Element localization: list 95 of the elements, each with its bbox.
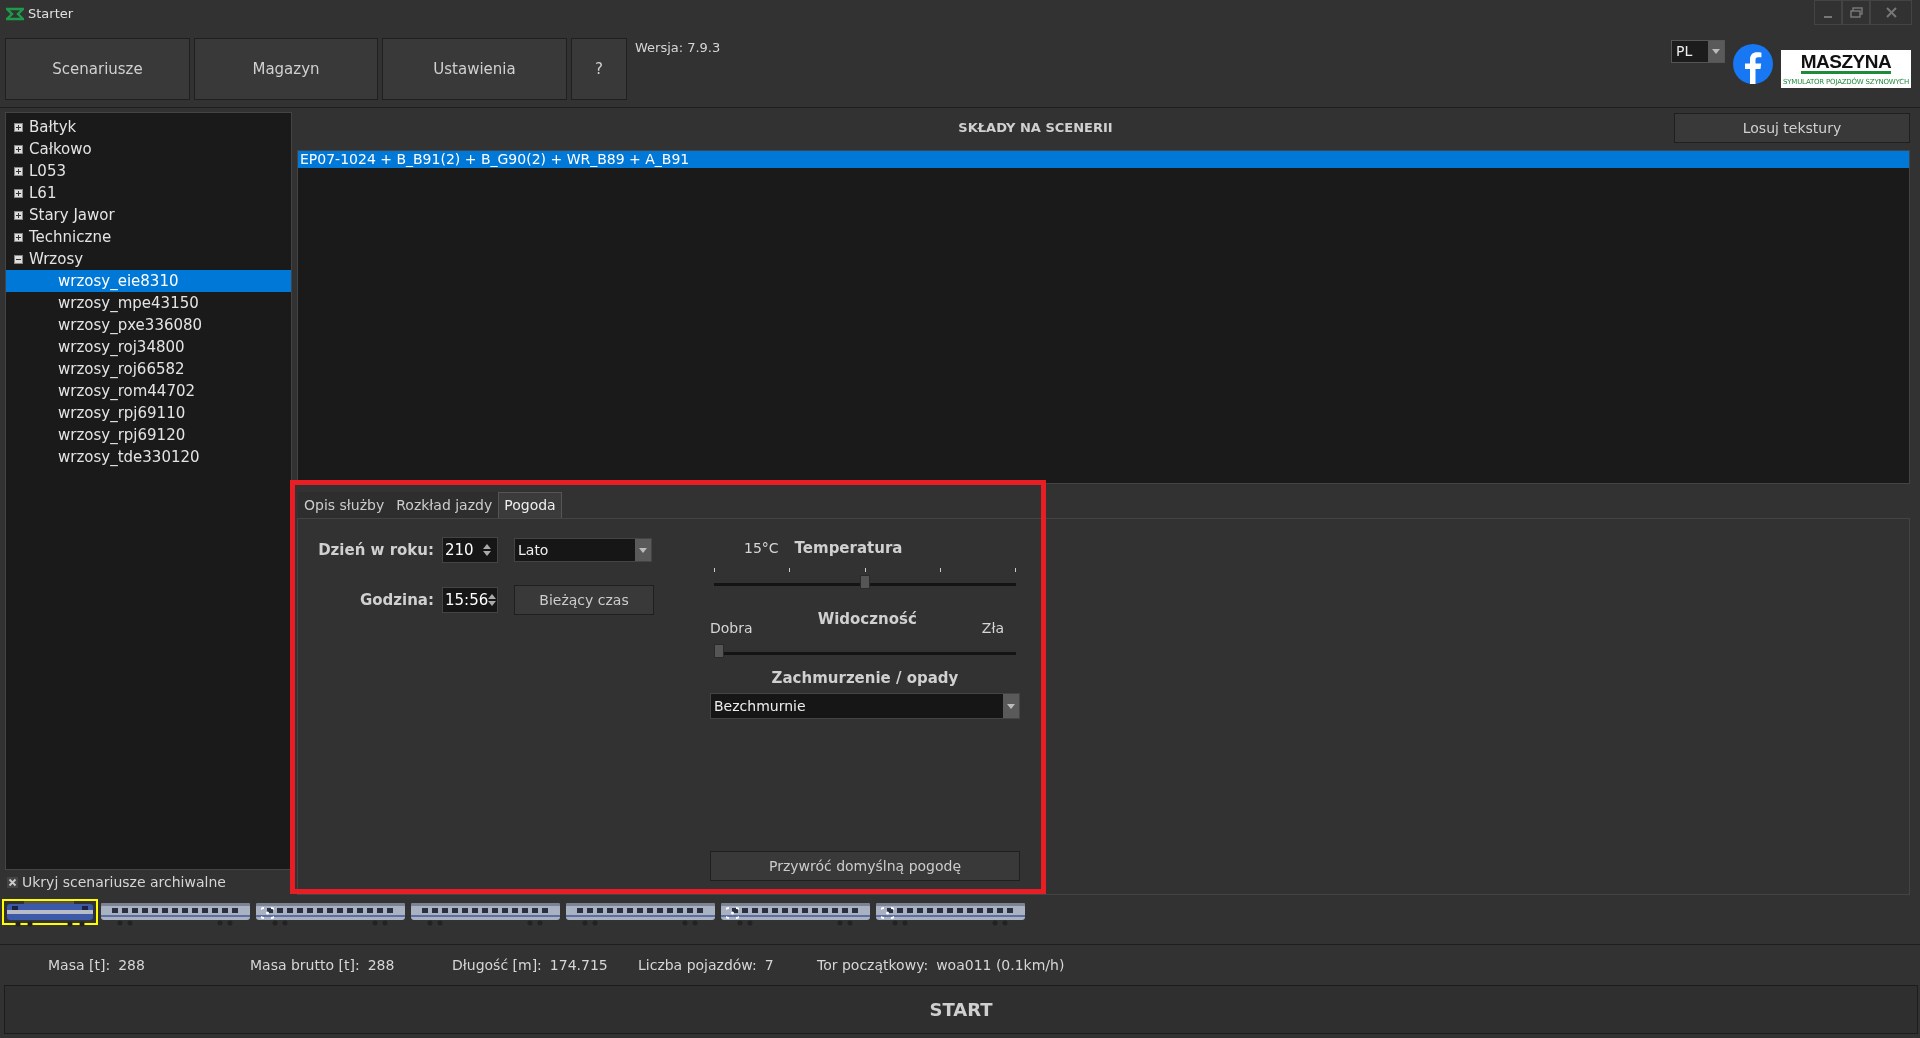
tick-mark	[939, 567, 941, 572]
status-value: woa011 (0.1km/h)	[936, 955, 1065, 975]
minimize-icon	[1824, 15, 1832, 18]
tick-mark	[789, 567, 791, 572]
up-arrow-icon[interactable]	[488, 594, 497, 599]
toolbar-button[interactable]: ?	[571, 38, 627, 100]
restore-icon	[1849, 7, 1863, 18]
day-spinbox[interactable]: 210	[442, 537, 498, 563]
clouds-dropdown[interactable]: Bezchmurnie	[710, 693, 1020, 719]
app-icon	[6, 7, 24, 21]
status-label: Masa brutto [t]:	[250, 955, 360, 975]
section-label: Widoczność	[817, 608, 917, 630]
status-label: Masa [t]:	[48, 955, 111, 975]
language-dropdown[interactable]: PL	[1671, 40, 1725, 63]
tree-item[interactable]: Techniczne	[29, 226, 112, 248]
randomize-textures-button[interactable]: Losuj tekstury	[1674, 113, 1910, 143]
expand-icon[interactable]	[14, 166, 23, 176]
tree-item[interactable]: wrzosy_rpj69110	[6, 402, 291, 424]
status-value: 288	[367, 955, 395, 975]
slider-thumb[interactable]	[714, 643, 724, 658]
tab[interactable]: Pogoda	[498, 492, 562, 518]
tree-item[interactable]: wrzosy_roj34800	[6, 336, 291, 358]
expand-icon[interactable]	[14, 210, 23, 220]
reset-weather-button[interactable]: Przywróć domyślną pogodę	[710, 851, 1020, 881]
railcar-drawing[interactable]	[100, 901, 251, 927]
collapse-icon[interactable]	[14, 254, 23, 264]
field-label: Dzień w roku:	[317, 539, 434, 561]
checkbox[interactable]	[7, 877, 18, 888]
tree-item[interactable]: wrzosy_eie8310	[6, 270, 291, 292]
season-dropdown[interactable]: Lato	[514, 538, 652, 562]
checkbox-label: Ukryj scenariusze archiwalne	[22, 873, 226, 892]
railcar-drawing[interactable]	[255, 901, 406, 927]
toolbar-button[interactable]: Magazyn	[194, 38, 378, 100]
down-arrow-icon[interactable]	[483, 551, 491, 556]
slider-max-label: Zła	[981, 618, 1004, 638]
expand-icon[interactable]	[14, 232, 23, 242]
tree-item[interactable]: L053	[29, 160, 66, 182]
status-value: 288	[118, 955, 145, 975]
tree-item[interactable]: wrzosy_rom44702	[6, 380, 291, 402]
tick-mark	[714, 567, 715, 572]
expand-icon[interactable]	[14, 188, 23, 198]
expand-icon[interactable]	[14, 144, 23, 154]
tree-item[interactable]: Bałtyk	[29, 116, 77, 138]
logo-title: MASZYNA	[1800, 51, 1892, 74]
tab[interactable]: Rozkład jazdy	[390, 492, 499, 518]
railcar-drawing[interactable]	[875, 901, 1026, 927]
window-title: Starter	[28, 5, 74, 24]
toolbar-button[interactable]: Scenariusze	[5, 38, 190, 100]
tick-mark	[864, 567, 866, 572]
visibility-slider[interactable]	[714, 642, 1016, 659]
caret-icon[interactable]	[1712, 49, 1720, 54]
tree-item[interactable]: wrzosy_mpe43150	[6, 292, 291, 314]
close-button[interactable]	[1870, 0, 1912, 25]
hour-spinbox[interactable]: 15:56	[442, 587, 498, 613]
section-label: Zachmurzenie / opady	[771, 667, 959, 689]
tree-item[interactable]: wrzosy_pxe336080	[6, 314, 291, 336]
tree-item[interactable]: Wrzosy	[29, 248, 84, 270]
minimize-button[interactable]	[1814, 0, 1842, 25]
railcar-drawing[interactable]	[410, 901, 561, 927]
tab[interactable]: Opis służby	[298, 492, 391, 518]
version-number: 7.9.3	[687, 39, 721, 57]
up-arrow-icon[interactable]	[483, 544, 491, 549]
tree-item[interactable]: Całkowo	[29, 138, 92, 160]
status-label: Liczba pojazdów:	[638, 955, 757, 975]
section-title: SKŁADY NA SCENERII	[958, 119, 1113, 138]
tree-item[interactable]: Stary Jawor	[29, 204, 115, 226]
version-label: Wersja:	[635, 39, 684, 57]
temperature-value: 15°C	[744, 538, 779, 558]
tree-item[interactable]: wrzosy_tde330120	[6, 446, 291, 468]
status-value: 7	[764, 955, 774, 975]
section-label: Temperatura	[794, 538, 903, 559]
railcar-drawing[interactable]	[720, 901, 871, 927]
caret-icon[interactable]	[639, 547, 647, 553]
status-label: Tor początkowy:	[817, 955, 929, 975]
current-time-button[interactable]: Bieżący czas	[514, 585, 654, 615]
toolbar-button[interactable]: Ustawienia	[382, 38, 567, 100]
social-icon[interactable]	[1733, 44, 1773, 84]
locomotive-drawing[interactable]	[4, 901, 96, 927]
expand-icon[interactable]	[14, 122, 23, 132]
tree-item[interactable]: L61	[29, 182, 57, 204]
tick-mark	[1015, 567, 1016, 572]
close-icon	[1885, 7, 1897, 18]
caret-icon[interactable]	[1007, 703, 1015, 709]
consist-item[interactable]: EP07-1024 + B_B91(2) + B_G90(2) + WR_B89 + A_B91	[298, 151, 1909, 168]
status-value: 174.715	[549, 955, 608, 975]
status-label: Długość [m]:	[452, 955, 542, 975]
slider-thumb[interactable]	[860, 574, 870, 589]
start-button[interactable]: START	[4, 985, 1918, 1034]
tree-item[interactable]: wrzosy_roj66582	[6, 358, 291, 380]
railcar-drawing[interactable]	[565, 901, 716, 927]
tree-item[interactable]: wrzosy_rpj69120	[6, 424, 291, 446]
temperature-slider[interactable]	[714, 573, 1016, 590]
down-arrow-icon[interactable]	[488, 601, 497, 606]
slider-min-label: Dobra	[710, 618, 753, 638]
field-label: Godzina:	[358, 589, 434, 611]
